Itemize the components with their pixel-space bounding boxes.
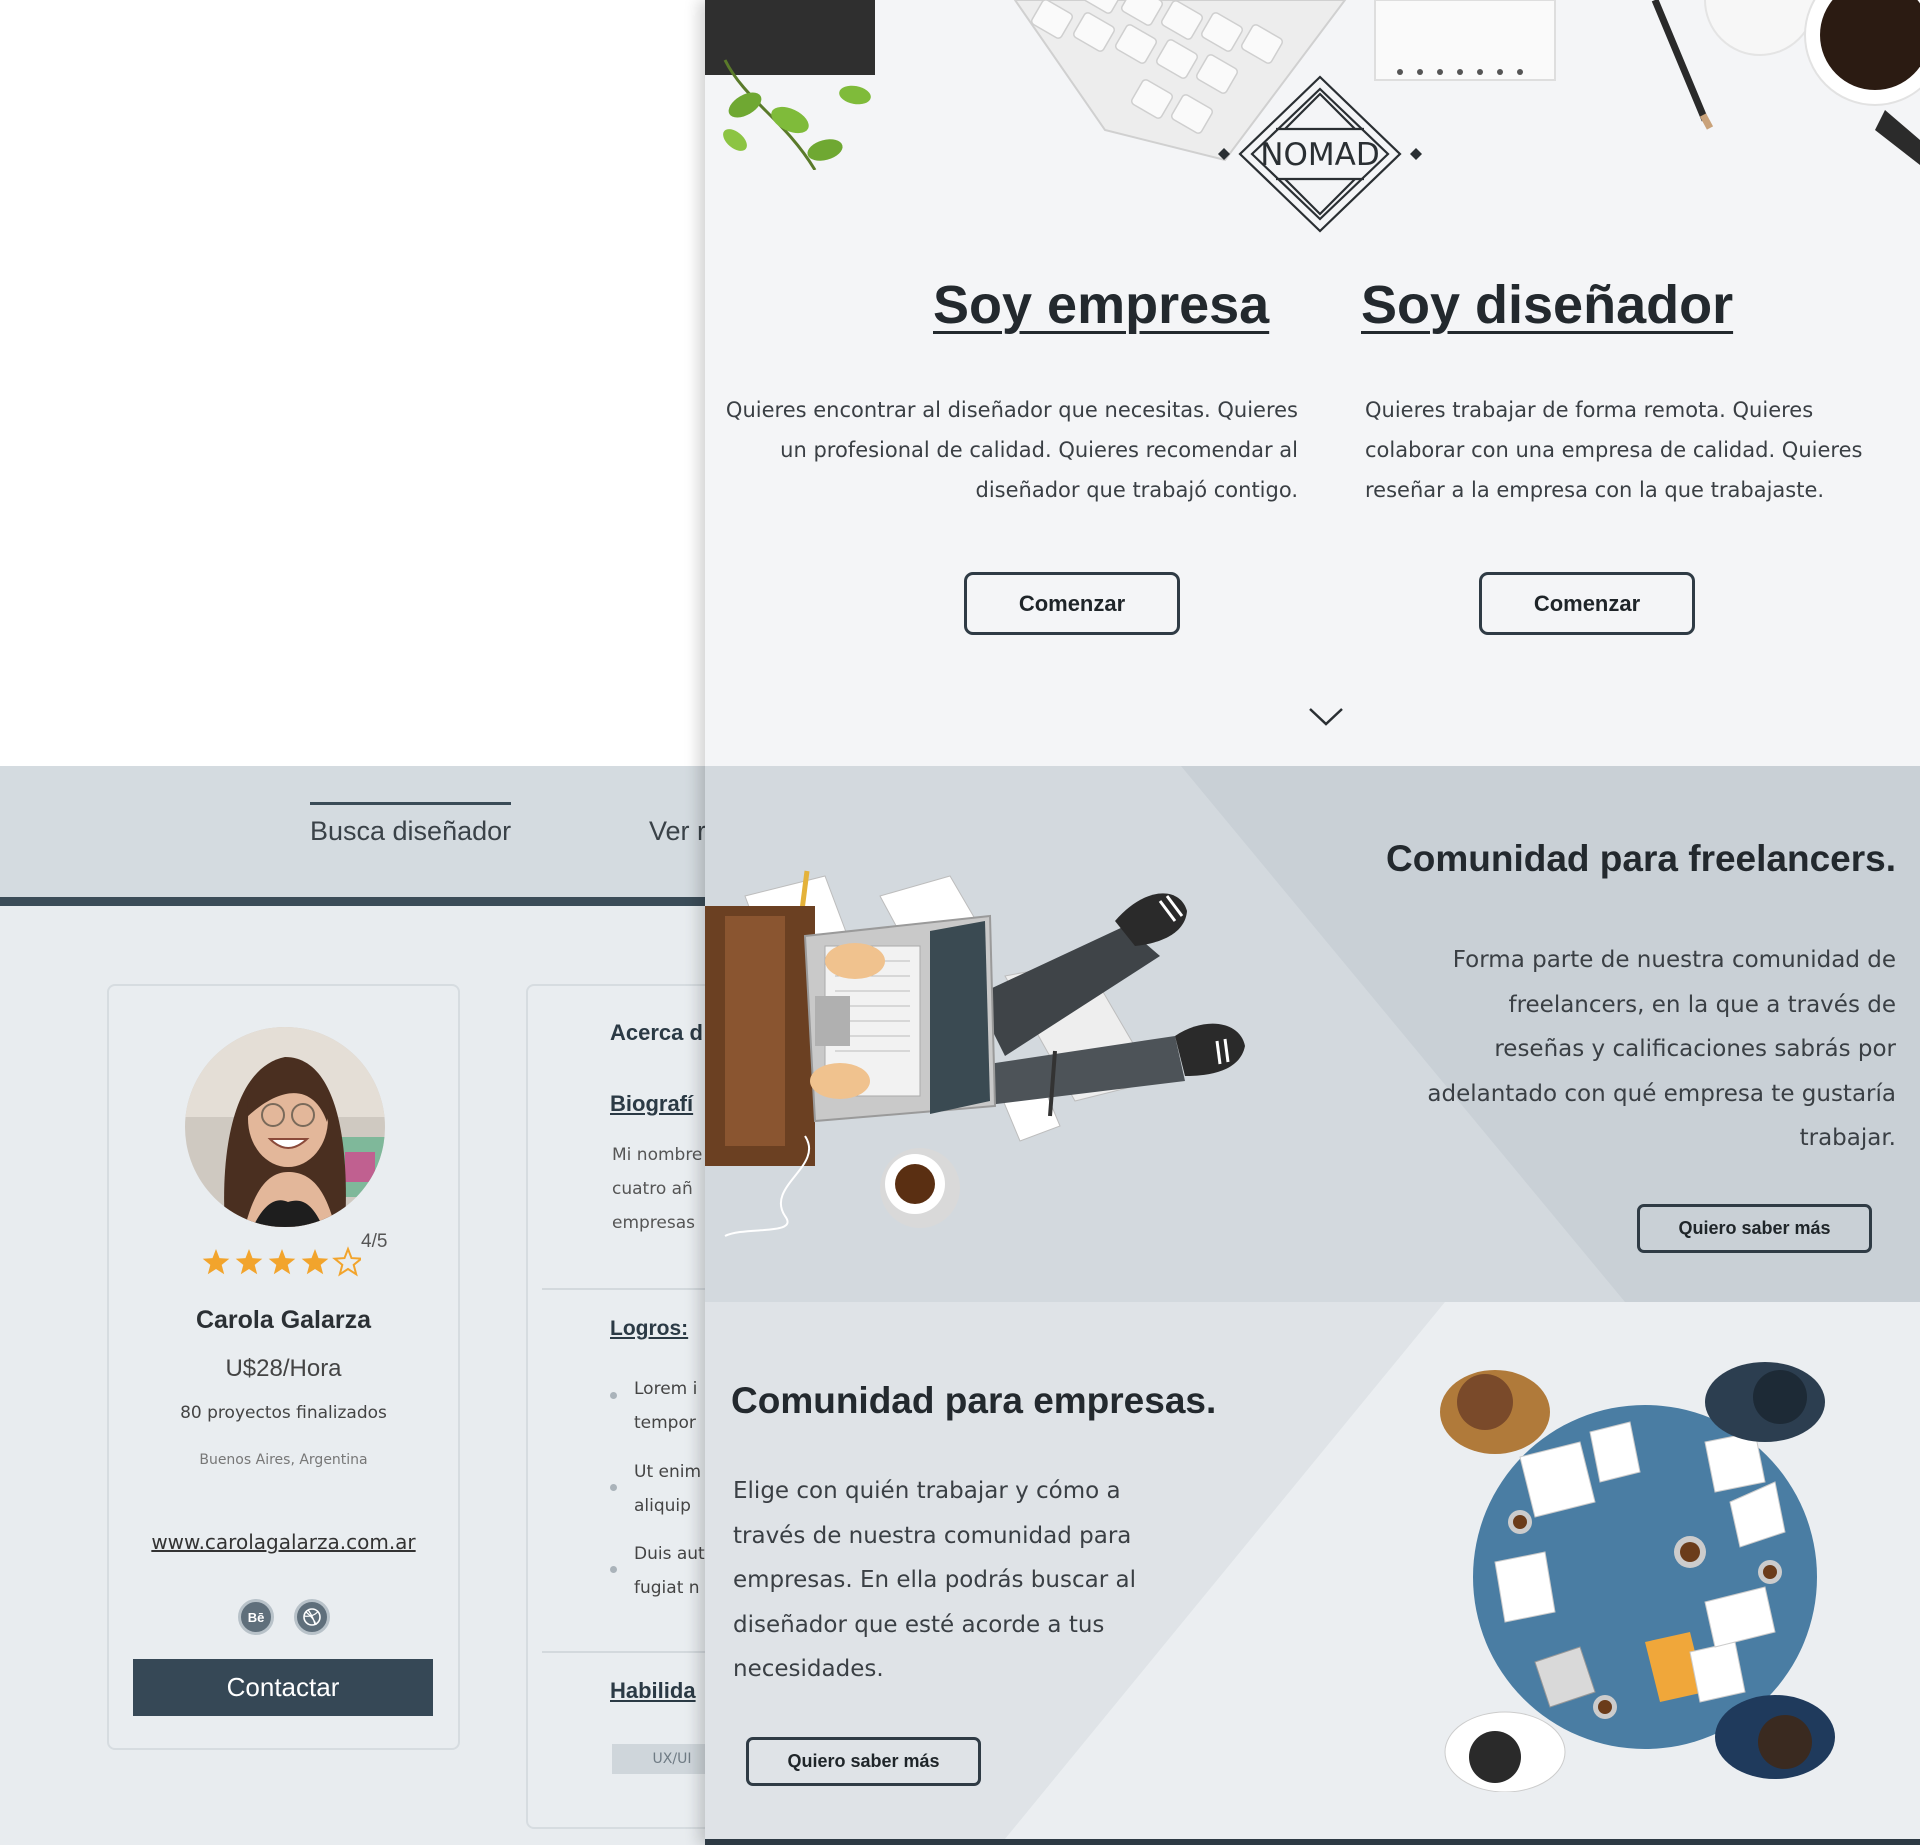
social-links: Bē [238, 1599, 330, 1635]
nav-divider-bar [0, 897, 705, 906]
list-item: aliquip [634, 1496, 691, 1516]
tab-busca-disenador[interactable]: Busca diseñador [310, 802, 512, 847]
empresas-section: Comunidad para empresas. Elige con quién… [705, 1302, 1920, 1839]
meeting-table-illustration [1440, 1362, 1835, 1792]
list-item: fugiat n [634, 1578, 700, 1598]
about-card: Acerca d Biografí Mi nombre cuatro añ em… [526, 984, 742, 1829]
avatar [185, 1027, 385, 1227]
bullet [610, 1484, 617, 1491]
designer-location: Buenos Aires, Argentina [199, 1452, 368, 1468]
empresa-start-button[interactable]: Comenzar [964, 572, 1180, 635]
freelancers-section: Comunidad para freelancers. Forma parte … [705, 766, 1920, 1302]
designer-rate: U$28/Hora [225, 1355, 342, 1382]
disenador-start-button[interactable]: Comenzar [1479, 572, 1695, 635]
empresa-description: Quieres encontrar al diseñador que neces… [725, 398, 1298, 502]
star-filled-icon [235, 1249, 263, 1275]
rating-score: 4/5 [361, 1231, 388, 1252]
designer-website-link[interactable]: www.carolagalarza.com.ar [109, 1530, 458, 1554]
star-filled-icon [301, 1249, 329, 1275]
skills-heading: Habilida [610, 1678, 696, 1703]
bio-heading: Biografí [610, 1091, 694, 1116]
about-heading: Acerca d [610, 1020, 703, 1045]
logo-text: NOMAD [1260, 137, 1379, 173]
freelancers-title: Comunidad para freelancers. [1386, 838, 1896, 879]
bio-line: Mi nombre [612, 1145, 703, 1165]
projects-count: 80 proyectos finalizados [180, 1403, 387, 1423]
list-item: Ut enim [634, 1462, 702, 1482]
dribbble-icon[interactable] [294, 1599, 330, 1635]
empresas-learn-more-button[interactable]: Quiero saber más [746, 1737, 981, 1786]
nomad-logo: NOMAD [1218, 75, 1422, 233]
designer-name: Carola Galarza [195, 1306, 372, 1334]
empresas-title: Comunidad para empresas. [731, 1380, 1217, 1421]
bio-line: empresas [612, 1213, 696, 1233]
landing-page: NOMAD Soy empresa Soy diseñador Quieres … [705, 0, 1920, 1845]
bullet [610, 1566, 617, 1573]
contact-button[interactable]: Contactar [133, 1659, 433, 1716]
profile-card: 4/5 Carola Galarza U$28/Hora 80 proyecto… [107, 984, 460, 1750]
profile-page-top-blank [0, 0, 705, 766]
star-empty-icon [332, 1246, 361, 1277]
empresas-description: Elige con quién trabajar y cómo a través… [733, 1478, 1136, 1682]
list-item: Lorem i [634, 1379, 698, 1399]
behance-icon[interactable]: Bē [238, 1599, 274, 1635]
list-item: tempor [634, 1413, 696, 1433]
freelancers-learn-more-button[interactable]: Quiero saber más [1637, 1204, 1872, 1253]
freelancers-description: Forma parte de nuestra comunidad de free… [1427, 947, 1896, 1151]
star-filled-icon [268, 1249, 296, 1275]
chevron-down-icon[interactable] [1308, 706, 1344, 728]
list-item: Duis aut [634, 1544, 705, 1564]
empresa-title[interactable]: Soy empresa [933, 274, 1269, 336]
disenador-title[interactable]: Soy diseñador [1361, 274, 1733, 336]
disenador-description: Quieres trabajar de forma remota. Quiere… [1365, 398, 1863, 502]
profile-nav: Busca diseñador Ver r [0, 766, 706, 904]
tab-ver[interactable]: Ver r [649, 816, 706, 847]
freelancer-illustration [705, 870, 1245, 1237]
footer-bar [705, 1839, 1920, 1845]
rating-stars [202, 1246, 361, 1277]
achievements-heading: Logros: [610, 1317, 689, 1340]
hero-section: NOMAD Soy empresa Soy diseñador Quieres … [705, 0, 1920, 766]
star-filled-icon [202, 1249, 230, 1275]
bullet [610, 1392, 617, 1399]
bio-line: cuatro añ [612, 1179, 693, 1199]
